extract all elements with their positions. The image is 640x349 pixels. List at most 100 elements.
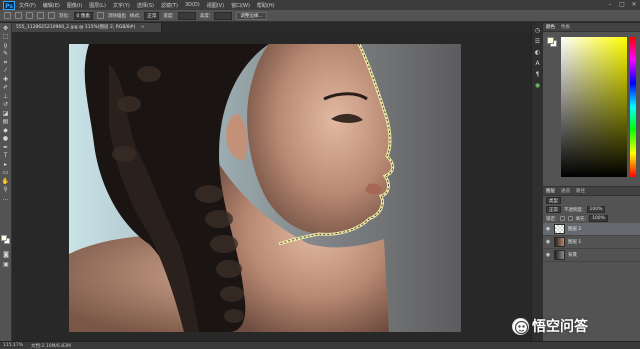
- intersect-selection-icon[interactable]: [48, 12, 55, 19]
- tab-channels[interactable]: 通道: [561, 188, 570, 194]
- properties-panel-icon[interactable]: ☰: [534, 38, 542, 45]
- quick-mask-icon[interactable]: ◙: [2, 251, 10, 258]
- healing-brush-tool-icon[interactable]: ✚: [2, 76, 10, 83]
- clone-stamp-tool-icon[interactable]: ⊥: [2, 93, 10, 100]
- layer-thumbnail: [554, 250, 565, 260]
- layer-thumbnail: [554, 237, 565, 247]
- subtract-selection-icon[interactable]: [37, 12, 44, 19]
- minimize-button[interactable]: –: [607, 1, 613, 8]
- path-select-tool-icon[interactable]: ▸: [2, 161, 10, 168]
- document-tab-bar: 555_1128625210960_2.jpg @ 115%(图层 2, RGB…: [12, 23, 540, 32]
- close-tab-icon[interactable]: ×: [141, 25, 145, 30]
- maximize-button[interactable]: □: [619, 1, 625, 8]
- height-input[interactable]: [214, 11, 233, 20]
- menu-type[interactable]: 文字(Y): [113, 2, 130, 9]
- foreground-color-swatch[interactable]: [1, 235, 7, 241]
- paragraph-panel-icon[interactable]: ¶: [534, 71, 542, 78]
- lasso-tool-preset-icon[interactable]: [4, 12, 11, 19]
- marquee-tool-icon[interactable]: ⬚: [2, 33, 10, 40]
- watermark-text: 悟空问答: [532, 319, 588, 335]
- visibility-eye-icon[interactable]: ◉: [545, 252, 551, 258]
- gradient-tool-icon[interactable]: ▤: [2, 118, 10, 125]
- layer-name: 背景: [568, 253, 577, 258]
- tab-paths[interactable]: 路径: [576, 188, 585, 194]
- visibility-eye-icon[interactable]: ◉: [545, 239, 551, 245]
- visibility-eye-icon[interactable]: ◉: [545, 226, 551, 232]
- color-picker-field[interactable]: [561, 37, 627, 177]
- close-window-button[interactable]: ✕: [631, 1, 637, 8]
- dodge-tool-icon[interactable]: ●: [2, 135, 10, 142]
- screen-mode-icon[interactable]: ▣: [2, 261, 10, 268]
- shape-tool-icon[interactable]: ▭: [2, 169, 10, 176]
- menu-3d[interactable]: 3D(D): [185, 2, 200, 8]
- portrait-image: [69, 44, 395, 332]
- menu-file[interactable]: 文件(F): [19, 2, 36, 9]
- layer-kind-filter[interactable]: 类型: [546, 197, 561, 204]
- feather-label: 羽化:: [59, 13, 70, 19]
- right-panels: 颜色 色板 图层 通道 路径 类型 正常 不透明度: 100% 锁定: 填充: …: [543, 23, 640, 341]
- move-tool-icon[interactable]: ✥: [2, 25, 10, 32]
- tab-color[interactable]: 颜色: [546, 24, 555, 30]
- panel-icon-strip: ◷ ☰ ◐ A ¶ ◉: [531, 23, 543, 341]
- document-tab-title: 555_1128625210960_2.jpg @ 115%(图层 2, RGB…: [16, 25, 136, 30]
- document-info[interactable]: 文档:2.10M/6.83M: [31, 343, 71, 349]
- style-select[interactable]: 正常: [144, 11, 160, 20]
- menu-image[interactable]: 图像(I): [67, 2, 82, 9]
- lock-label: 锁定:: [546, 216, 557, 222]
- antialias-checkbox[interactable]: [96, 12, 104, 19]
- libraries-panel-icon[interactable]: ◉: [534, 82, 542, 89]
- layer-name: 图层 2: [568, 227, 582, 232]
- photoshop-logo: Ps: [3, 0, 15, 10]
- panel-foreground-color[interactable]: [547, 37, 554, 44]
- blend-mode-select[interactable]: 正常: [546, 206, 561, 213]
- style-label: 样式:: [129, 13, 141, 19]
- history-brush-tool-icon[interactable]: ↺: [2, 101, 10, 108]
- type-tool-icon[interactable]: T: [2, 152, 10, 159]
- menu-edit[interactable]: 编辑(E): [43, 2, 60, 9]
- hand-tool-icon[interactable]: ✋: [2, 178, 10, 185]
- lock-pixels-icon[interactable]: [559, 216, 565, 221]
- pen-tool-icon[interactable]: ✒: [2, 144, 10, 151]
- feather-input[interactable]: 0 像素: [73, 11, 93, 20]
- hue-slider[interactable]: [630, 37, 636, 177]
- tab-swatches[interactable]: 色板: [561, 24, 570, 30]
- menu-select[interactable]: 选择(S): [137, 2, 154, 9]
- menu-layer[interactable]: 图层(L): [89, 2, 106, 9]
- menu-view[interactable]: 视图(V): [207, 2, 224, 9]
- character-panel-icon[interactable]: A: [534, 60, 542, 67]
- quick-select-tool-icon[interactable]: ✎: [2, 50, 10, 57]
- zoom-tool-icon[interactable]: ⚲: [2, 186, 10, 193]
- brush-tool-icon[interactable]: ✐: [2, 84, 10, 91]
- crop-tool-icon[interactable]: ⌗: [2, 59, 10, 66]
- refine-edge-button[interactable]: 调整边缘...: [236, 11, 267, 20]
- lasso-tool-icon[interactable]: ϙ: [2, 42, 10, 49]
- menu-help[interactable]: 帮助(H): [257, 2, 275, 9]
- opacity-input[interactable]: 100%: [586, 206, 606, 213]
- more-tools-icon[interactable]: …: [2, 195, 10, 202]
- fill-input[interactable]: 100%: [589, 215, 608, 222]
- add-to-selection-icon[interactable]: [26, 12, 33, 19]
- document-canvas[interactable]: [69, 44, 461, 332]
- blend-opacity-row: 正常 不透明度: 100%: [543, 205, 640, 214]
- blur-tool-icon[interactable]: ◆: [2, 127, 10, 134]
- layer-row[interactable]: ◉ 图层 1: [543, 236, 640, 249]
- tools-panel: ✥ ⬚ ϙ ✎ ⌗ ⁄ ✚ ✐ ⊥ ↺ ◪ ▤ ◆ ● ✒ T ▸ ▭ ✋ ⚲ …: [0, 23, 12, 341]
- history-panel-icon[interactable]: ◷: [534, 27, 542, 34]
- zoom-level[interactable]: 115.17%: [3, 343, 23, 348]
- menu-bar: Ps 文件(F) 编辑(E) 图像(I) 图层(L) 文字(Y) 选择(S) 滤…: [0, 0, 640, 10]
- menu-window[interactable]: 窗口(W): [231, 2, 250, 9]
- menu-filter[interactable]: 滤镜(T): [161, 2, 178, 9]
- new-selection-icon[interactable]: [15, 12, 22, 19]
- document-tab[interactable]: 555_1128625210960_2.jpg @ 115%(图层 2, RGB…: [12, 23, 162, 32]
- lock-position-icon[interactable]: [567, 216, 573, 221]
- eyedropper-tool-icon[interactable]: ⁄: [2, 67, 10, 74]
- canvas-area: [12, 32, 540, 341]
- layer-row[interactable]: ◉ 图层 2: [543, 223, 640, 236]
- options-bar: 羽化: 0 像素 消除锯齿 样式: 正常 宽度: 高度: 调整边缘...: [0, 10, 640, 22]
- layer-filter-row: 类型: [543, 196, 640, 205]
- eraser-tool-icon[interactable]: ◪: [2, 110, 10, 117]
- tab-layers[interactable]: 图层: [546, 188, 555, 194]
- adjustments-panel-icon[interactable]: ◐: [534, 49, 542, 56]
- width-input[interactable]: [177, 11, 196, 20]
- layer-row[interactable]: ◉ 背景: [543, 249, 640, 262]
